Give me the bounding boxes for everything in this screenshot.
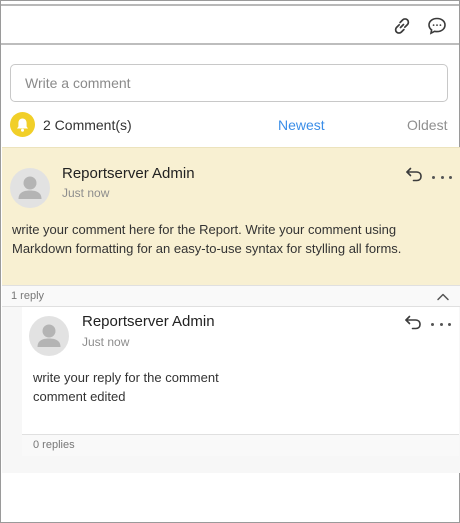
comment-summary-row: 2 Comment(s) Newest Oldest [1,109,459,145]
comment-timestamp: Just now [62,186,110,200]
reply-body-line: comment edited [33,389,126,404]
more-options-icon[interactable] [432,172,452,182]
chevron-up-icon[interactable] [436,290,450,302]
panel-toolbar [1,6,459,45]
reply-icon[interactable] [405,166,423,182]
reply-author: Reportserver Admin [82,313,215,330]
comment-item: Reportserver Admin Just now write your c… [2,147,460,285]
comments-icon[interactable] [426,15,448,37]
reply-icon[interactable] [404,314,422,330]
more-options-icon[interactable] [431,319,451,329]
avatar [10,168,50,208]
sort-newest-button[interactable]: Newest [278,117,325,133]
sort-oldest-button[interactable]: Oldest [407,117,447,133]
link-icon[interactable] [391,15,413,37]
reply-body: write your reply for the comment comment… [33,368,433,406]
reply-item: Reportserver Admin Just now write your r… [22,307,459,435]
reply-count-bar: 1 reply [2,285,460,307]
reply-count: 1 reply [11,290,45,302]
bell-icon [10,112,35,137]
comment-body: write your comment here for the Report. … [12,222,402,256]
comment-input[interactable] [10,64,448,102]
nested-reply-count-bar: 0 replies [22,434,459,456]
comment-count: 2 Comment(s) [43,117,132,133]
comments-panel: 2 Comment(s) Newest Oldest Reportserver … [0,0,460,523]
comment-author: Reportserver Admin [62,165,195,182]
avatar [29,316,69,356]
reply-timestamp: Just now [82,335,130,349]
nested-reply-count: 0 replies [33,439,75,451]
reply-body-line: write your reply for the comment [33,370,219,385]
